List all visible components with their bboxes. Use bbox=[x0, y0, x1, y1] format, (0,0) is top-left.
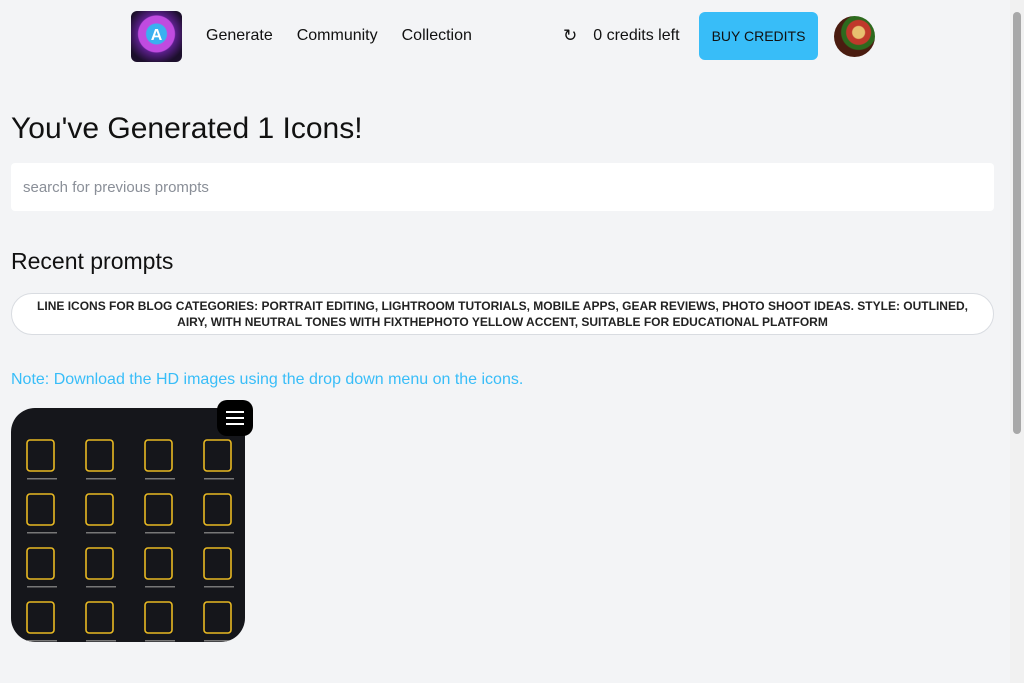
gold-icon bbox=[203, 439, 232, 472]
icon-grid-image bbox=[26, 439, 234, 642]
gold-icon bbox=[203, 601, 232, 634]
nav-generate[interactable]: Generate bbox=[206, 27, 273, 45]
gold-icon bbox=[203, 493, 232, 526]
gold-icon bbox=[26, 439, 55, 472]
logo-letter: A bbox=[150, 27, 163, 44]
search-input[interactable] bbox=[11, 163, 994, 211]
avatar[interactable] bbox=[834, 16, 875, 57]
icon-caption bbox=[86, 640, 116, 642]
icon-caption bbox=[145, 478, 175, 480]
page-title: You've Generated 1 Icons! bbox=[11, 112, 363, 145]
gold-icon bbox=[85, 547, 114, 580]
app-logo[interactable]: A bbox=[131, 10, 182, 62]
icon-caption bbox=[145, 586, 175, 588]
buy-credits-button[interactable]: BUY CREDITS bbox=[699, 12, 818, 60]
recent-prompts-heading: Recent prompts bbox=[11, 248, 174, 274]
hamburger-icon bbox=[226, 411, 244, 413]
credits-text: 0 credits left bbox=[593, 27, 680, 44]
icon-caption bbox=[86, 478, 116, 480]
nav-community[interactable]: Community bbox=[297, 27, 378, 45]
icon-caption bbox=[145, 532, 175, 534]
icon-caption bbox=[145, 640, 175, 642]
gold-icon bbox=[26, 493, 55, 526]
scrollbar-thumb[interactable] bbox=[1013, 12, 1021, 434]
gold-icon bbox=[144, 547, 173, 580]
gold-icon bbox=[203, 547, 232, 580]
scrollbar[interactable] bbox=[1010, 0, 1024, 683]
gold-icon bbox=[85, 439, 114, 472]
icon-caption bbox=[27, 640, 57, 642]
icon-caption bbox=[86, 532, 116, 534]
icon-caption bbox=[27, 586, 57, 588]
download-note: Note: Download the HD images using the d… bbox=[11, 371, 524, 388]
prompt-chip[interactable]: LINE ICONS FOR BLOG CATEGORIES: PORTRAIT… bbox=[11, 293, 994, 335]
refresh-icon[interactable]: ↻ bbox=[563, 26, 577, 46]
credits-display: ↻ 0 credits left bbox=[563, 26, 680, 46]
top-nav: A Generate Community Collection ↻ 0 cred… bbox=[131, 10, 1024, 62]
generated-icon-image[interactable] bbox=[11, 408, 245, 642]
icon-caption bbox=[86, 586, 116, 588]
nav-collection[interactable]: Collection bbox=[402, 27, 472, 45]
gold-icon bbox=[144, 601, 173, 634]
icon-caption bbox=[204, 532, 234, 534]
image-menu-button[interactable] bbox=[217, 400, 253, 436]
gold-icon bbox=[26, 547, 55, 580]
gold-icon bbox=[144, 493, 173, 526]
icon-caption bbox=[27, 532, 57, 534]
icon-caption bbox=[204, 586, 234, 588]
gold-icon bbox=[144, 439, 173, 472]
icon-caption bbox=[204, 478, 234, 480]
icon-caption bbox=[204, 640, 234, 642]
gold-icon bbox=[85, 601, 114, 634]
gold-icon bbox=[85, 493, 114, 526]
gold-icon bbox=[26, 601, 55, 634]
icon-caption bbox=[27, 478, 57, 480]
